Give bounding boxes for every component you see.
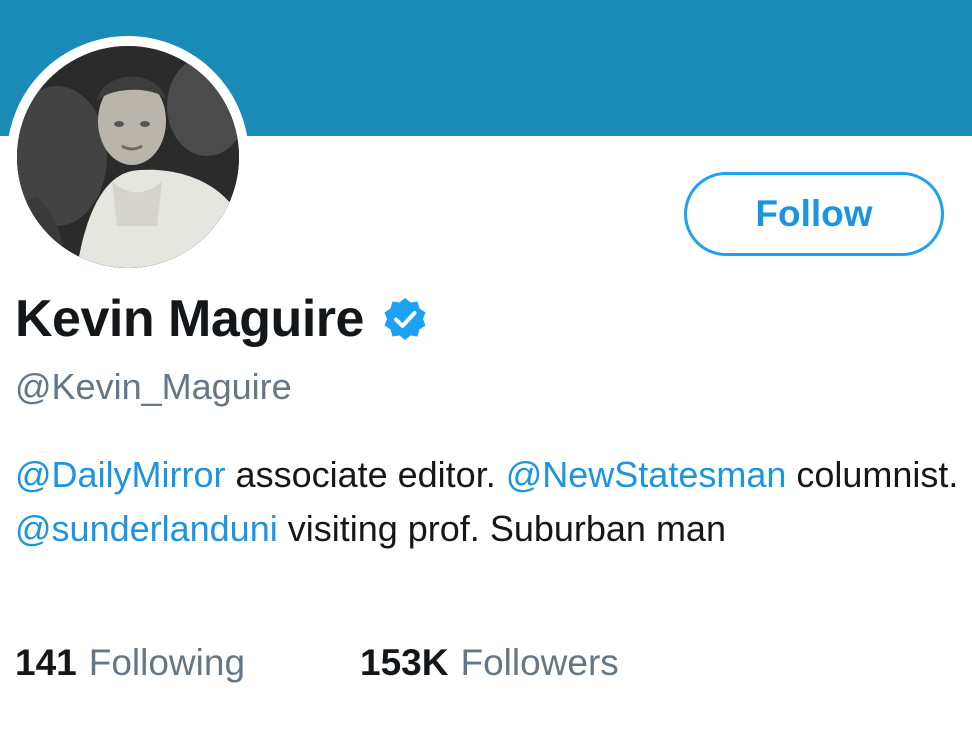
profile-handle: @Kevin_Maguire bbox=[15, 366, 292, 407]
bio-mention-sunderlanduni[interactable]: @sunderlanduni bbox=[15, 508, 278, 549]
follow-button[interactable]: Follow bbox=[684, 172, 944, 256]
followers-count: 153K bbox=[360, 642, 449, 683]
verified-badge-icon bbox=[382, 296, 428, 342]
name-row: Kevin Maguire bbox=[15, 284, 428, 354]
bio-mention-dailymirror[interactable]: @DailyMirror bbox=[15, 454, 226, 495]
bio-text: columnist. bbox=[786, 454, 959, 495]
bio-text: associate editor. bbox=[225, 454, 506, 495]
following-count: 141 bbox=[15, 642, 77, 683]
followers-stat[interactable]: 153K Followers bbox=[360, 642, 619, 684]
following-stat[interactable]: 141 Following bbox=[15, 642, 245, 684]
bio-mention-newstatesman[interactable]: @NewStatesman bbox=[506, 454, 787, 495]
avatar[interactable] bbox=[17, 46, 239, 268]
bio-text: visiting prof. Suburban man bbox=[277, 508, 726, 549]
profile-stats: 141 Following 153K Followers bbox=[15, 642, 619, 684]
following-label: Following bbox=[88, 642, 246, 683]
followers-label: Followers bbox=[460, 642, 619, 683]
profile-bio: @DailyMirror associate editor. @NewState… bbox=[15, 448, 965, 556]
avatar-photo bbox=[17, 46, 239, 268]
display-name: Kevin Maguire bbox=[15, 290, 364, 348]
